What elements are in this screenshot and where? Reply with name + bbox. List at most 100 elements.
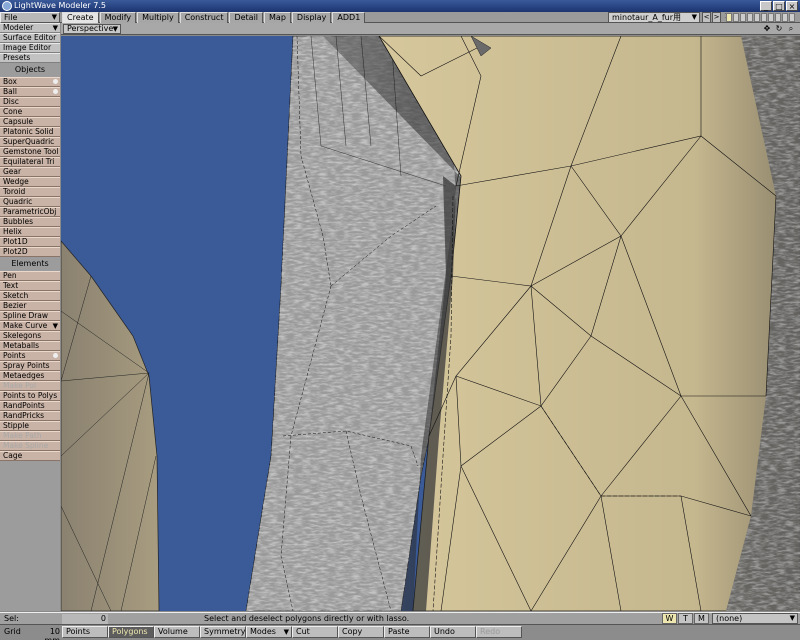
- paste-button[interactable]: Paste: [384, 626, 430, 638]
- tool-bubbles[interactable]: Bubbles: [0, 217, 60, 227]
- tab-detail[interactable]: Detail: [229, 12, 264, 23]
- tool-option-icon: [53, 79, 58, 84]
- prev-layer-button[interactable]: <: [702, 12, 711, 23]
- tool-plot1d[interactable]: Plot1D: [0, 237, 60, 247]
- symmetry-button[interactable]: Symmetry: [200, 626, 246, 638]
- tool-stipple[interactable]: Stipple: [0, 421, 60, 431]
- layer-button-5[interactable]: [754, 13, 760, 22]
- view-mode-selector[interactable]: Perspective ▼: [63, 24, 121, 34]
- chevron-down-icon: ▼: [789, 614, 795, 622]
- layer-button-9[interactable]: [782, 13, 788, 22]
- presets-button[interactable]: Presets: [0, 53, 60, 63]
- morph-map-button[interactable]: M: [694, 613, 709, 624]
- polygons-button[interactable]: Polygons: [108, 626, 154, 638]
- tool-equilateral-tri[interactable]: Equilateral Tri: [0, 157, 60, 167]
- minimize-button[interactable]: _: [760, 1, 772, 11]
- grid-value: 10 mm: [44, 627, 60, 640]
- tool-label: Gemstone Tool: [3, 147, 59, 156]
- tool-metaballs[interactable]: Metaballs: [0, 341, 60, 351]
- tool-parametricobj[interactable]: ParametricObj: [0, 207, 60, 217]
- next-layer-button[interactable]: >: [712, 12, 721, 23]
- tool-ball[interactable]: Ball: [0, 87, 60, 97]
- tab-construct[interactable]: Construct: [179, 12, 229, 23]
- move-icon[interactable]: ✥: [762, 24, 772, 34]
- layer-button-10[interactable]: [789, 13, 795, 22]
- texture-map-button[interactable]: T: [678, 613, 693, 624]
- tool-text[interactable]: Text: [0, 281, 60, 291]
- layer-button-8[interactable]: [775, 13, 781, 22]
- layer-buttons: [726, 13, 795, 22]
- tab-bar: Create Modify Multiply Construct Detail …: [62, 12, 366, 23]
- app-icon: [2, 1, 12, 11]
- tool-quadric[interactable]: Quadric: [0, 197, 60, 207]
- tool-label: RandPoints: [3, 401, 45, 410]
- volume-button[interactable]: Volume: [154, 626, 200, 638]
- copy-button[interactable]: Copy: [338, 626, 384, 638]
- surface-editor-button[interactable]: Surface Editor: [0, 33, 60, 43]
- file-menu[interactable]: File ▼: [0, 12, 60, 23]
- tool-gear[interactable]: Gear: [0, 167, 60, 177]
- tab-display[interactable]: Display: [291, 12, 332, 23]
- layer-button-3[interactable]: [740, 13, 746, 22]
- tool-platonic-solid[interactable]: Platonic Solid: [0, 127, 60, 137]
- tool-randpricks[interactable]: RandPricks: [0, 411, 60, 421]
- modes-button[interactable]: Modes ▼: [246, 626, 292, 638]
- tab-multiply[interactable]: Multiply: [137, 12, 179, 23]
- surface-selector[interactable]: (none) ▼: [712, 613, 798, 624]
- object-selector[interactable]: minotaur_A_fur用 ▼: [608, 12, 700, 23]
- zoom-icon[interactable]: ⌕: [786, 24, 796, 34]
- tool-metaedges[interactable]: Metaedges: [0, 371, 60, 381]
- tool-skelegons[interactable]: Skelegons: [0, 331, 60, 341]
- tool-cone[interactable]: Cone: [0, 107, 60, 117]
- tool-toroid[interactable]: Toroid: [0, 187, 60, 197]
- tool-label: Helix: [3, 227, 22, 236]
- mode-label: Volume: [158, 627, 188, 636]
- modeler-menu[interactable]: Modeler ▼: [0, 23, 60, 33]
- elements-list: Pen Text Sketch Bezier Spline Draw Make Curve…: [0, 271, 60, 461]
- tool-pen[interactable]: Pen: [0, 271, 60, 281]
- mode-buttons: Points Polygons Volume Symmetry Modes ▼ Cut Cop…: [62, 626, 522, 638]
- image-editor-button[interactable]: Image Editor: [0, 43, 60, 53]
- tool-sketch[interactable]: Sketch: [0, 291, 60, 301]
- modeler-menu-label: Modeler: [3, 23, 34, 32]
- tool-wedge[interactable]: Wedge: [0, 177, 60, 187]
- tool-option-icon: [53, 89, 58, 94]
- tool-randpoints[interactable]: RandPoints: [0, 401, 60, 411]
- tab-create[interactable]: Create: [62, 12, 99, 23]
- viewport-3d[interactable]: [61, 36, 800, 611]
- layer-button-4[interactable]: [747, 13, 753, 22]
- cut-button[interactable]: Cut: [292, 626, 338, 638]
- tool-gemstone-tool[interactable]: Gemstone Tool: [0, 147, 60, 157]
- layer-button-6[interactable]: [761, 13, 767, 22]
- tool-make-pol: Make Pol: [0, 381, 60, 391]
- tool-helix[interactable]: Helix: [0, 227, 60, 237]
- layer-button-1[interactable]: [726, 13, 732, 22]
- viewport-header: Perspective ▼ ✥ ↻ ⌕: [61, 23, 800, 35]
- tab-modify[interactable]: Modify: [99, 12, 137, 23]
- mode-label: Symmetry: [204, 627, 246, 636]
- tab-add1[interactable]: ADD1: [332, 12, 366, 23]
- undo-button[interactable]: Undo: [430, 626, 476, 638]
- tool-cage[interactable]: Cage: [0, 451, 60, 461]
- rotate-icon[interactable]: ↻: [774, 24, 784, 34]
- tool-bezier[interactable]: Bezier: [0, 301, 60, 311]
- weight-map-button[interactable]: W: [662, 613, 677, 624]
- close-button[interactable]: ×: [786, 1, 798, 11]
- layer-button-2[interactable]: [733, 13, 739, 22]
- tool-label: Spray Points: [3, 361, 50, 370]
- layer-button-7[interactable]: [768, 13, 774, 22]
- tool-points-to-polys[interactable]: Points to Polys: [0, 391, 60, 401]
- tool-box[interactable]: Box: [0, 77, 60, 87]
- tool-make-curve[interactable]: Make Curve ▼: [0, 321, 60, 331]
- tab-map[interactable]: Map: [264, 12, 291, 23]
- tool-disc[interactable]: Disc: [0, 97, 60, 107]
- tool-spray-points[interactable]: Spray Points: [0, 361, 60, 371]
- tool-plot2d[interactable]: Plot2D: [0, 247, 60, 257]
- tool-capsule[interactable]: Capsule: [0, 117, 60, 127]
- tool-spline-draw[interactable]: Spline Draw: [0, 311, 60, 321]
- tool-superquadric[interactable]: SuperQuadric: [0, 137, 60, 147]
- tool-points[interactable]: Points: [0, 351, 60, 361]
- points-button[interactable]: Points: [62, 626, 108, 638]
- mode-label: Cut: [296, 627, 310, 636]
- maximize-button[interactable]: □: [773, 1, 785, 11]
